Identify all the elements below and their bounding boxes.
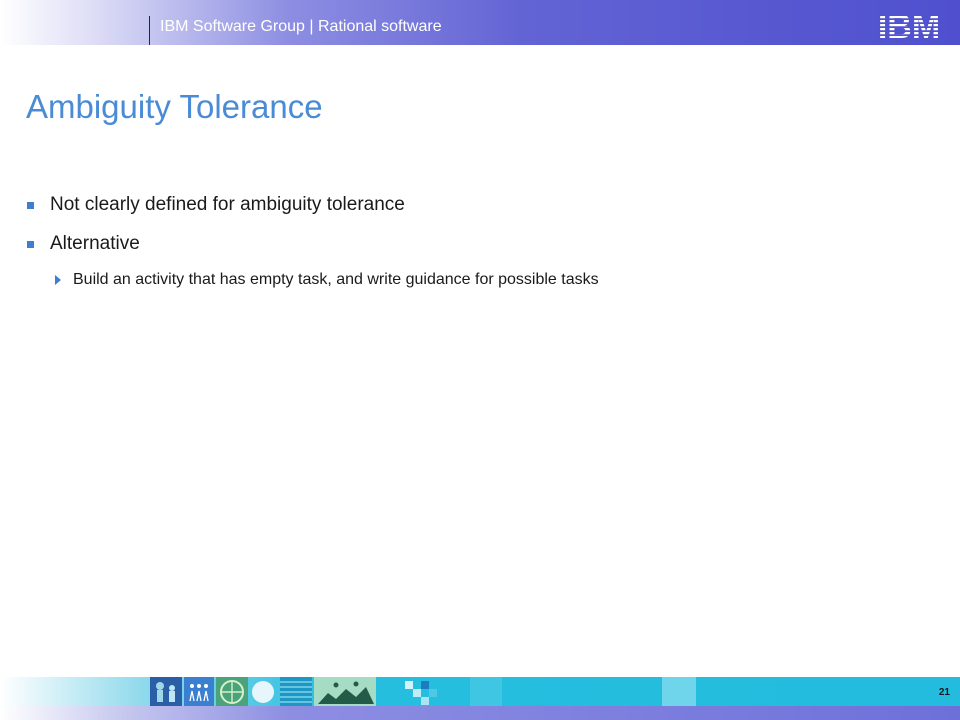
bullet-item: Alternative (27, 233, 140, 255)
footer-image-strip (150, 677, 696, 706)
triangle-bullet-icon (55, 275, 61, 285)
bullet-text: Alternative (50, 233, 140, 254)
page-number: 21 (938, 687, 950, 698)
square-bullet-icon (27, 201, 34, 209)
bullet-item: Not clearly defined for ambiguity tolera… (27, 194, 405, 216)
header-divider (149, 16, 150, 45)
ibm-logo: IBM (878, 8, 940, 42)
svg-text:IBM: IBM (878, 8, 940, 42)
header-title: IBM Software Group | Rational software (160, 18, 442, 35)
slide-title: Ambiguity Tolerance (26, 88, 323, 125)
square-bullet-icon (27, 240, 34, 248)
header-band: IBM Software Group | Rational software I… (0, 0, 960, 45)
sub-bullet-item: Build an activity that has empty task, a… (55, 271, 599, 289)
sub-bullet-text: Build an activity that has empty task, a… (73, 271, 599, 288)
bullet-text: Not clearly defined for ambiguity tolera… (50, 194, 405, 215)
footer-bottom-band (0, 706, 960, 720)
